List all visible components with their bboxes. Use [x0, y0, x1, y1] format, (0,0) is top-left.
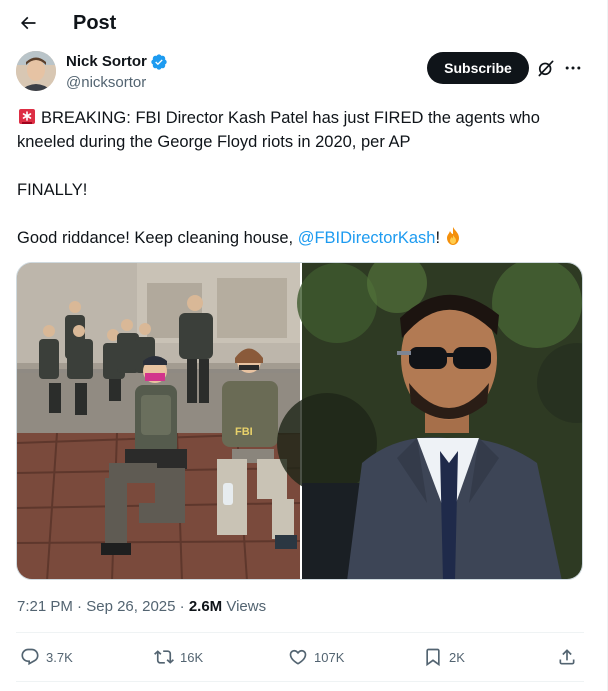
page-title: Post — [73, 12, 117, 34]
tweet-line-4-prefix: Good riddance! Keep cleaning house, — [17, 229, 298, 247]
more-horizontal-icon[interactable] — [563, 58, 583, 78]
tweet-line-4-suffix: ! — [435, 229, 441, 247]
tweet-line-1-text: BREAKING: FBI Director Kash Patel has ju… — [41, 109, 540, 127]
kash-patel-sunglasses-photo[interactable] — [277, 263, 583, 580]
verified-badge-icon — [151, 54, 167, 70]
subscribe-button[interactable]: Subscribe — [427, 52, 529, 84]
siren-icon — [19, 109, 35, 124]
meta-separator: · — [72, 598, 87, 615]
tweet-meta: 7:21 PM · Sep 26, 2025 · 2.6M Views — [17, 597, 266, 617]
fire-icon — [447, 227, 460, 245]
share-icon — [559, 649, 575, 665]
repost-count: 16K — [180, 649, 204, 665]
tweet-line-4: Good riddance! Keep cleaning house, @FBI… — [17, 226, 587, 250]
reply-button[interactable]: 3.7K — [20, 645, 73, 669]
tweet-line-2: kneeled during the George Floyd riots in… — [17, 133, 411, 151]
back-button[interactable] — [12, 7, 44, 39]
tweet-gap — [17, 202, 587, 226]
heart-icon — [289, 649, 307, 665]
author-name[interactable]: Nick Sortor — [66, 52, 147, 72]
divider — [16, 632, 584, 633]
grok-icon[interactable] — [536, 58, 556, 78]
avatar[interactable] — [16, 51, 56, 91]
tweet-line-3: FINALLY! — [17, 181, 88, 199]
mention-link[interactable]: @FBIDirectorKash — [298, 229, 436, 247]
tweet-date[interactable]: Sep 26, 2025 — [86, 598, 175, 615]
bookmark-count: 2K — [449, 649, 465, 665]
repost-icon — [154, 650, 174, 664]
tweet-media[interactable]: FBI — [16, 262, 583, 580]
reply-icon — [21, 648, 39, 666]
views-label: Views — [222, 598, 267, 615]
reply-count: 3.7K — [46, 649, 73, 665]
arrow-left-icon — [20, 16, 36, 30]
like-button[interactable]: 107K — [288, 645, 344, 669]
meta-separator: · — [175, 598, 189, 615]
bookmark-icon — [426, 648, 440, 667]
bookmark-button[interactable]: 2K — [423, 645, 465, 669]
tweet-time[interactable]: 7:21 PM — [17, 598, 73, 615]
page-header: Post — [0, 0, 600, 46]
fbi-agents-kneeling-photo[interactable]: FBI — [17, 263, 301, 580]
svg-text:FBI: FBI — [235, 426, 253, 438]
like-count: 107K — [314, 649, 345, 665]
tweet-gap — [17, 154, 587, 178]
repost-button[interactable]: 16K — [154, 645, 203, 669]
share-button[interactable] — [557, 645, 577, 669]
tweet-line-1: BREAKING: FBI Director Kash Patel has ju… — [17, 106, 587, 130]
author-name-row[interactable]: Nick Sortor — [66, 52, 168, 72]
tweet-text: BREAKING: FBI Director Kash Patel has ju… — [17, 106, 587, 250]
divider — [16, 681, 584, 682]
views-count: 2.6M — [188, 598, 223, 615]
author-handle[interactable]: @nicksortor — [66, 73, 146, 93]
